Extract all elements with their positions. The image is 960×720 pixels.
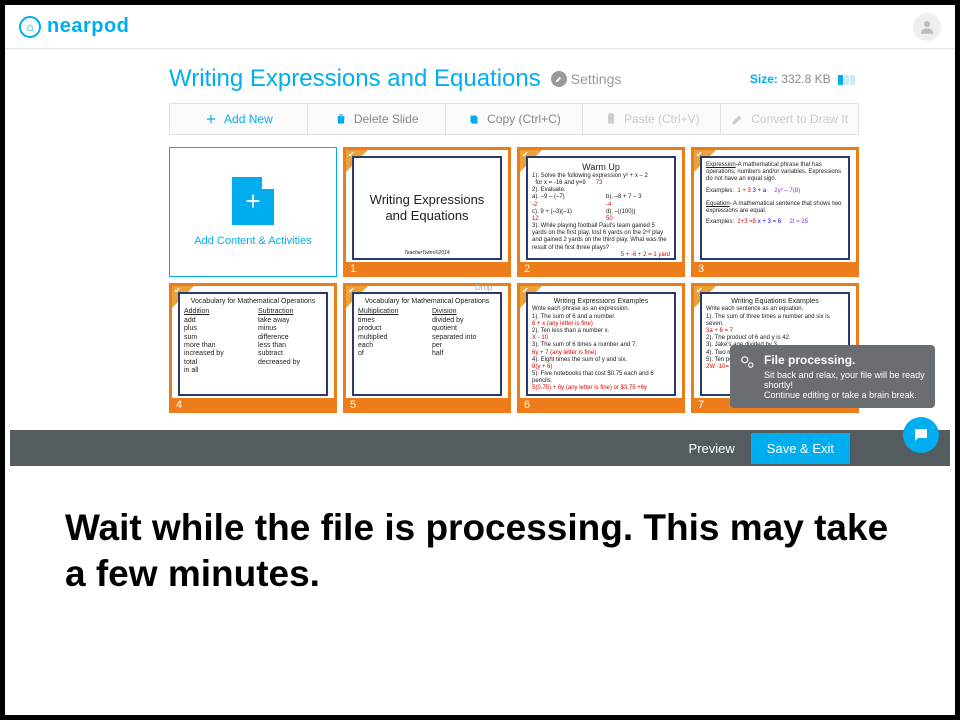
chat-icon [912,426,930,444]
slide-title: Writing Expressions Examples [532,298,670,306]
paste-button: Paste (Ctrl+V) [583,104,721,134]
size-display: Size: 332.8 KB [750,72,855,86]
slide-content: Expression-A mathematical phrase that ha… [700,156,850,260]
slide-number: 4 [176,399,182,412]
toast-title: File processing. [764,353,925,367]
settings-button[interactable]: Settings [551,71,622,87]
toolbar: Add New Delete Slide Copy (Ctrl+C) Paste… [169,103,859,135]
convert-label: Convert to Draw It [751,112,848,126]
slide-number: 2 [524,263,530,276]
copy-label: Copy (Ctrl+C) [487,112,561,126]
copy-button[interactable]: Copy (Ctrl+C) [446,104,584,134]
slide-title: Writing Expressions and Equations [358,192,496,223]
paste-label: Paste (Ctrl+V) [624,112,700,126]
toast-line: Sit back and relax, your file will be re… [764,370,925,390]
lesson-title: Writing Expressions and Equations [169,65,541,93]
slide-number: 5 [350,399,356,412]
brand-logo[interactable]: ⌂ nearpod [19,15,129,38]
plus-icon [204,112,218,126]
save-exit-button[interactable]: Save & Exit [751,433,850,464]
gears-icon [738,353,756,373]
add-new-label: Add New [224,112,273,126]
action-bar: Preview Save & Exit [10,430,950,466]
trash-icon [334,112,348,126]
slide-4[interactable]: Vocabulary for Mathematical Operations A… [169,283,337,413]
paste-icon [604,112,618,126]
list-item: take awayminusdifferenceless thansubtrac… [258,317,322,367]
preview-button[interactable]: Preview [689,441,735,456]
avatar[interactable] [913,13,941,41]
pencil-icon [731,112,745,126]
slide-footer: TeacherTwins©2014 [354,250,500,256]
slide-3[interactable]: Expression-A mathematical phrase that ha… [691,147,859,277]
slide-title: Writing Equations Examples [706,298,844,306]
toast-line: Continue editing or take a brain break. [764,390,925,400]
list-item: addplussummore thanincreased bytotalin a… [184,317,248,376]
size-value: 332.8 KB [781,72,830,86]
slide-content: Vocabulary for Mathematical Operations A… [178,292,328,396]
add-new-button[interactable]: Add New [170,104,308,134]
slide-number: 3 [698,263,704,276]
list-item: divided byquotientseparated intoperhalf [432,317,496,359]
settings-label: Settings [571,71,622,87]
delete-label: Delete Slide [354,112,419,126]
slide-number: 6 [524,399,530,412]
add-content-tile[interactable]: + Add Content & Activities [169,147,337,277]
title-bar: Writing Expressions and Equations Settin… [5,65,955,93]
logo-icon: ⌂ [19,16,41,38]
delete-slide-button[interactable]: Delete Slide [308,104,446,134]
chat-fab[interactable] [903,417,939,453]
slide-2[interactable]: Warm Up 1). Solve the following expressi… [517,147,685,277]
convert-button: Convert to Draw It [721,104,858,134]
slide-content: Writing Expressions and Equations Teache… [352,156,502,260]
instruction-caption: Wait while the file is processing. This … [65,505,895,598]
size-meter [838,75,855,85]
slide-number: 7 [698,399,704,412]
slide-number: 1 [350,263,356,276]
size-label: Size: [750,72,778,86]
copy-icon [467,112,481,126]
slide-content: Warm Up 1). Solve the following expressi… [526,156,676,260]
slide-content: Writing Expressions Examples Write each … [526,292,676,396]
slide-6[interactable]: Writing Expressions Examples Write each … [517,283,685,413]
pencil-icon [551,71,567,87]
document-plus-icon: + [232,177,274,225]
drop-hint: Drop [475,283,492,292]
user-icon [918,18,936,36]
brand-name: nearpod [47,15,129,38]
slide-title: Vocabulary for Mathematical Operations [358,298,496,306]
slide-title: Vocabulary for Mathematical Operations [184,298,322,306]
slide-5[interactable]: Vocabulary for Mathematical Operations M… [343,283,511,413]
add-content-label: Add Content & Activities [194,235,311,247]
top-bar: ⌂ nearpod [5,5,955,49]
slide-title: Warm Up [532,162,670,173]
file-processing-toast: File processing. Sit back and relax, you… [730,345,935,408]
list-item: timesproductmultipliedeachof [358,317,422,359]
slide-content: Vocabulary for Mathematical Operations M… [352,292,502,396]
slide-1[interactable]: Writing Expressions and Equations Teache… [343,147,511,277]
